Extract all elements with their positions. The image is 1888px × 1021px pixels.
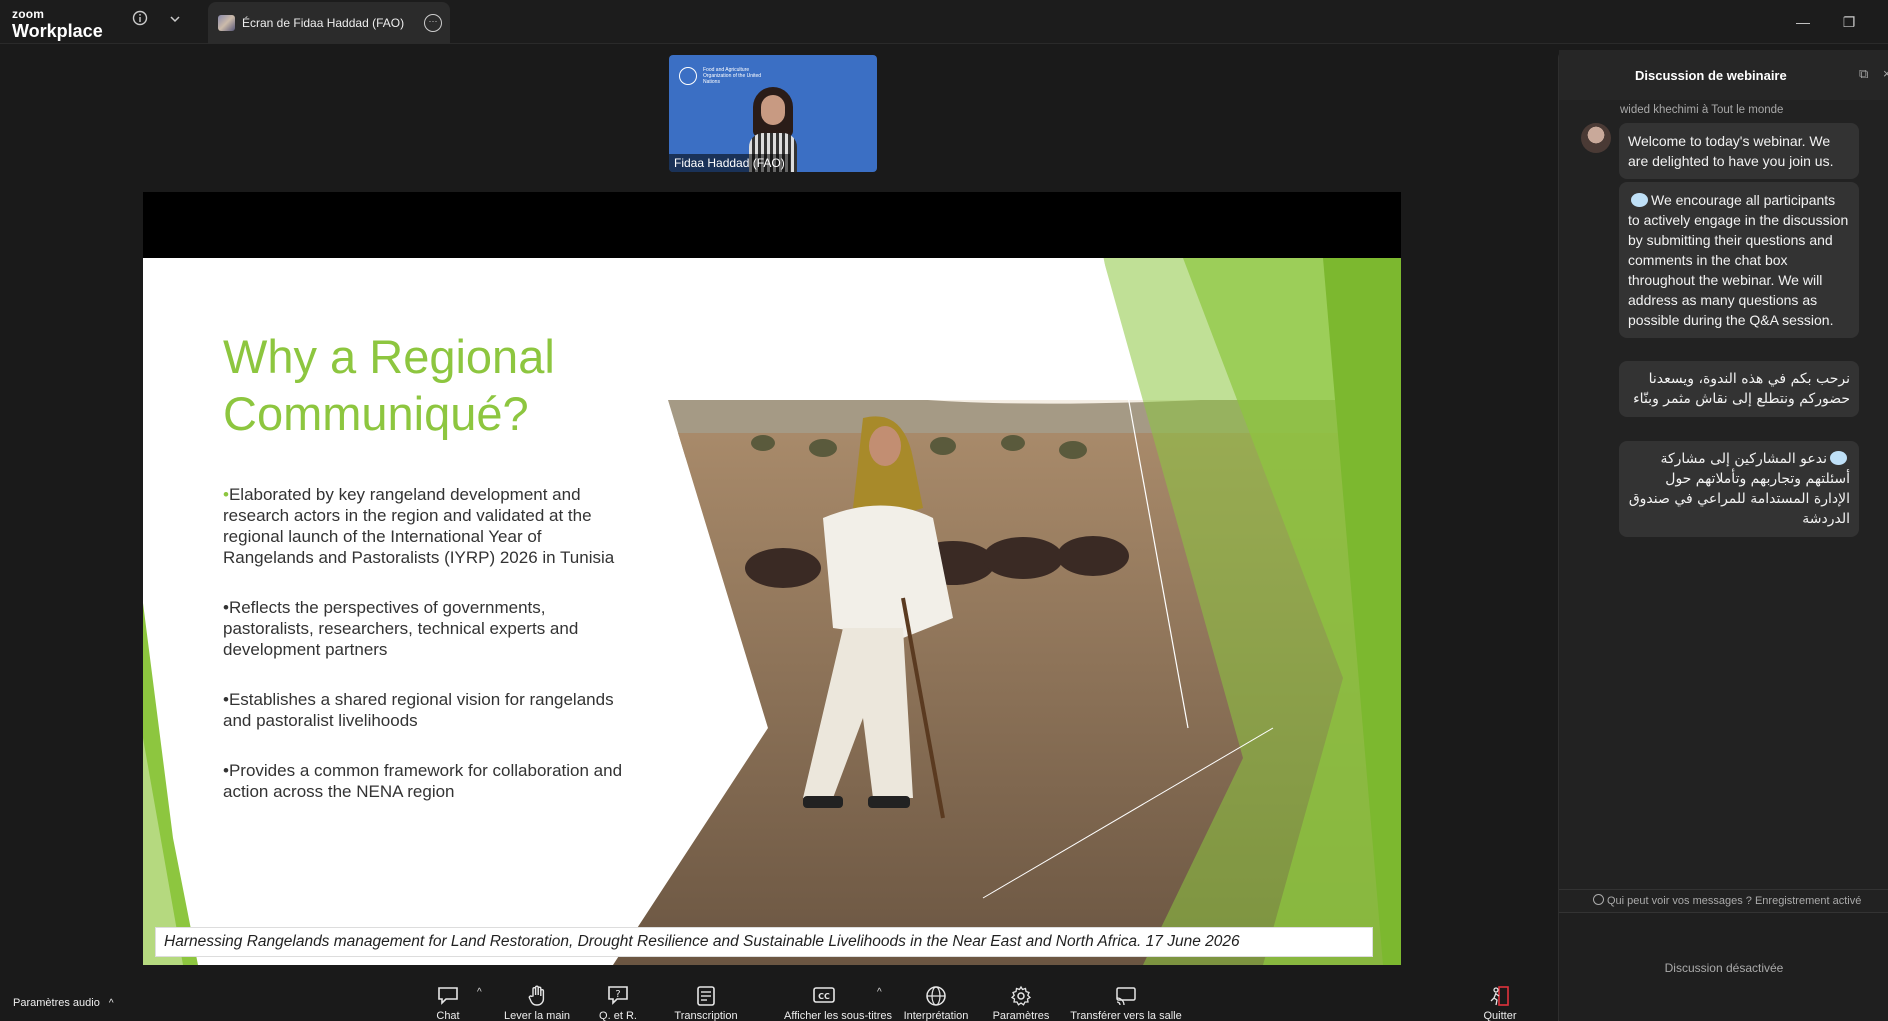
message-text: Welcome to today's webinar. We are delig… [1628, 133, 1834, 169]
chevron-up-icon[interactable]: ^ [477, 987, 482, 998]
meeting-toolbar: Paramètres audio ^ Chat ^ Lever la main … [0, 975, 1550, 1021]
bullet-text: Establishes a shared regional vision for… [223, 690, 614, 730]
chat-title: Discussion de webinaire [1635, 68, 1787, 83]
participant-video[interactable]: Food and Agriculture Organization of the… [669, 55, 877, 172]
captions-icon: CC [812, 985, 836, 1007]
slide-bullet: •Reflects the perspectives of government… [223, 597, 623, 660]
fao-logo [679, 67, 697, 85]
captions-button[interactable]: CC Afficher les sous-titres [784, 985, 893, 1021]
speech-bubble-icon [1830, 451, 1847, 465]
settings-label: Paramètres [992, 1010, 1050, 1021]
chat-input-area: Discussion désactivée [1559, 912, 1888, 1021]
transcription-icon [694, 985, 718, 1007]
transcription-label: Transcription [674, 1010, 738, 1021]
chat-message[interactable]: We encourage all participants to activel… [1619, 182, 1859, 338]
brand-top: zoom [12, 7, 45, 21]
chevron-up-icon[interactable]: ^ [877, 987, 882, 998]
brand-bottom: Workplace [12, 21, 103, 41]
avatar[interactable] [1581, 123, 1611, 153]
zoom-logo: zoom Workplace [12, 8, 103, 40]
chat-header: Discussion de webinaire ⧉ × [1559, 50, 1888, 100]
slide-bullet: •Provides a common framework for collabo… [223, 760, 623, 802]
leave-label: Quitter [1483, 1010, 1517, 1021]
tab-label: Écran de Fidaa Haddad (FAO) [242, 16, 405, 30]
svg-text:CC: CC [818, 992, 830, 1001]
more-options-icon[interactable]: ··· [424, 14, 442, 32]
bullet-text: Provides a common framework for collabor… [223, 761, 623, 801]
slide-title: Why a Regional Communiqué? [223, 330, 555, 440]
gear-icon [1009, 985, 1033, 1007]
close-icon[interactable]: × [1883, 66, 1888, 82]
leave-icon [1488, 985, 1512, 1007]
privacy-text: Qui peut voir vos messages ? Enregistrem… [1607, 895, 1862, 907]
chat-button[interactable]: Chat [408, 985, 488, 1021]
interpretation-label: Interprétation [903, 1010, 969, 1021]
chevron-up-icon[interactable]: ^ [109, 998, 114, 1009]
leave-button[interactable]: Quitter [1460, 985, 1540, 1021]
audio-settings-label: Paramètres audio [13, 997, 100, 1009]
chat-icon [436, 985, 460, 1007]
tab-shared-screen[interactable]: Écran de Fidaa Haddad (FAO) ··· [208, 2, 450, 44]
popout-icon[interactable]: ⧉ [1859, 66, 1875, 82]
chevron-down-icon[interactable] [164, 10, 186, 32]
chat-message[interactable]: نرحب بكم في هذه الندوة، ويسعدنا حضوركم و… [1619, 361, 1859, 417]
chat-panel: Discussion de webinaire ⧉ × wided khechi… [1558, 50, 1888, 1021]
audio-settings-button[interactable]: Paramètres audio ^ [13, 997, 114, 1009]
message-text: We encourage all participants to activel… [1628, 192, 1849, 328]
chat-divider [1559, 889, 1888, 890]
raise-hand-button[interactable]: Lever la main [497, 985, 577, 1021]
slide-footer: Harnessing Rangelands management for Lan… [155, 927, 1373, 957]
message-text: ندعو المشاركين إلى مشاركة أسئلتهم وتجارب… [1628, 451, 1850, 527]
participant-name: Fidaa Haddad (FAO) [669, 154, 790, 172]
raise-hand-icon [525, 985, 549, 1007]
globe-icon [924, 985, 948, 1007]
info-icon[interactable] [129, 10, 151, 32]
tab-avatar [218, 15, 235, 31]
transfer-label: Transférer vers la salle [1070, 1010, 1182, 1021]
transcription-button[interactable]: Transcription [666, 985, 746, 1021]
qa-label: Q. et R. [599, 1010, 637, 1021]
interpretation-button[interactable]: Interprétation [896, 985, 976, 1021]
chat-disabled-text: Discussion désactivée [1664, 961, 1784, 975]
fao-org-name: Food and Agriculture Organization of the… [703, 67, 762, 85]
message-privacy-link[interactable]: Qui peut voir vos messages ? Enregistrem… [1593, 894, 1861, 907]
settings-button[interactable]: Paramètres [981, 985, 1061, 1021]
slide-bullet: •Establishes a shared regional vision fo… [223, 689, 623, 731]
qa-button[interactable]: ? Q. et R. [578, 985, 658, 1021]
message-text: نرحب بكم في هذه الندوة، ويسعدنا حضوركم و… [1633, 371, 1850, 407]
presentation-slide: Why a Regional Communiqué? •Elaborated b… [143, 258, 1401, 965]
transfer-to-room-button[interactable]: Transférer vers la salle [1066, 985, 1186, 1021]
speech-bubble-icon [1631, 193, 1648, 207]
slide-bullet: •Elaborated by key rangeland development… [223, 484, 623, 568]
bullet-text: Elaborated by key rangeland development … [223, 485, 615, 567]
svg-text:?: ? [615, 989, 620, 1000]
chat-message[interactable]: Welcome to today's webinar. We are delig… [1619, 123, 1859, 179]
zoom-window: zoom Workplace Écran de Fidaa Haddad (FA… [0, 0, 1888, 1021]
chat-label: Chat [436, 1010, 460, 1021]
restore-button[interactable]: ❐ [1837, 10, 1861, 34]
captions-label: Afficher les sous-titres [784, 1010, 893, 1021]
chat-message[interactable]: ندعو المشاركين إلى مشاركة أسئلتهم وتجارب… [1619, 441, 1859, 537]
person-icon [1593, 894, 1604, 905]
shared-screen: Why a Regional Communiqué? •Elaborated b… [143, 192, 1401, 965]
raise-hand-label: Lever la main [503, 1010, 571, 1021]
slide-bullet-list: •Elaborated by key rangeland development… [223, 484, 623, 831]
bullet-text: Reflects the perspectives of governments… [223, 598, 579, 659]
minimize-button[interactable]: — [1791, 10, 1815, 34]
qa-icon: ? [606, 985, 630, 1007]
cast-icon [1114, 985, 1138, 1007]
message-sender: wided khechimi à Tout le monde [1620, 104, 1784, 116]
title-bar: zoom Workplace Écran de Fidaa Haddad (FA… [0, 0, 1888, 44]
